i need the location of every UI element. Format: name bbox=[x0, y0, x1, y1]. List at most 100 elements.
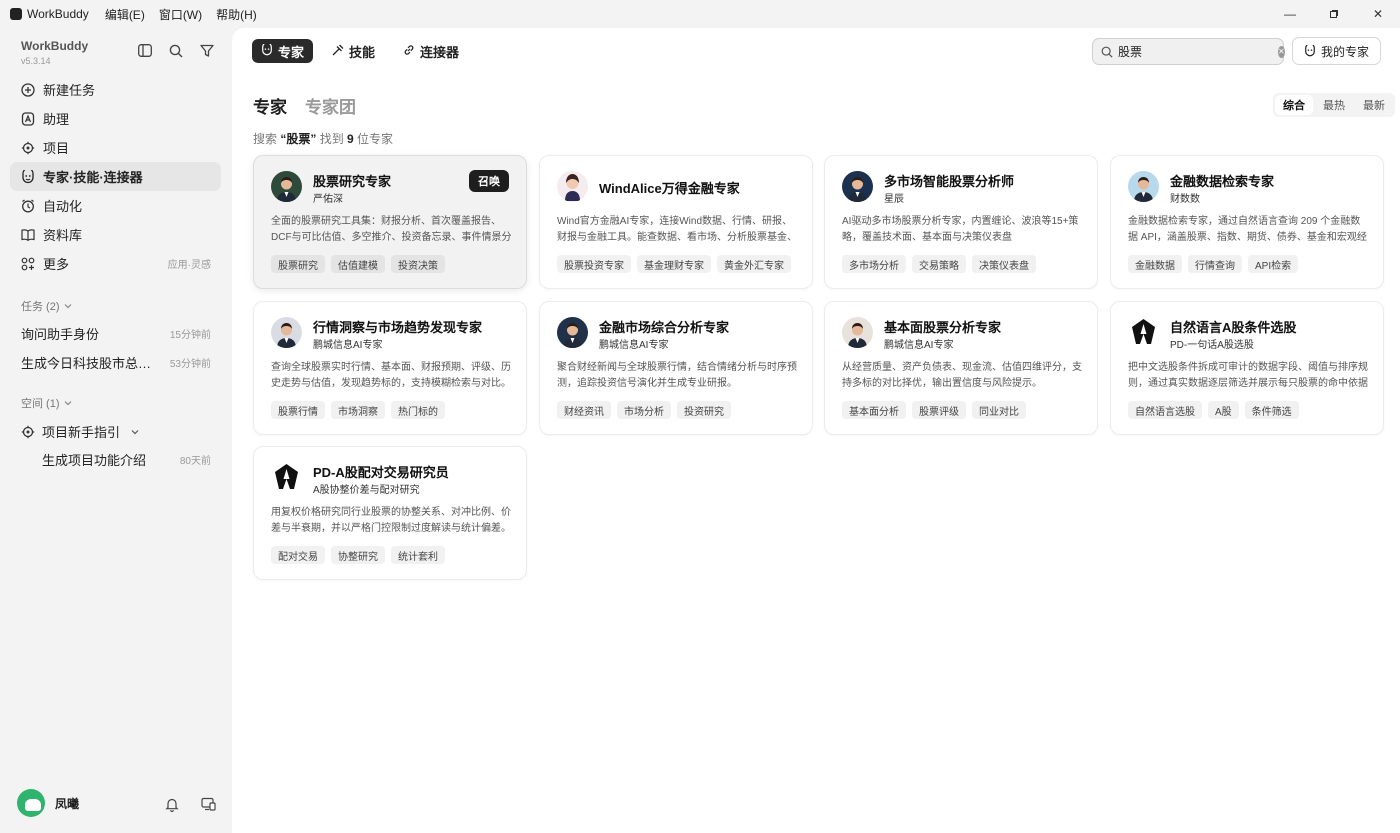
expert-tag: 协整研究 bbox=[331, 546, 385, 564]
expert-tag: 投资研究 bbox=[677, 401, 731, 419]
sort-hottest[interactable]: 最热 bbox=[1315, 95, 1353, 115]
expert-description: Wind官方金融AI专家，连接Wind数据、行情、研报、财报与金融工具。能查数据… bbox=[557, 216, 797, 243]
sidebar-tools bbox=[136, 42, 215, 59]
expert-card[interactable]: 基本面股票分析专家 鹏城信息AI专家 从经营质量、资产负债表、现金流、估值四维评分，… bbox=[824, 301, 1098, 435]
app-name: WorkBuddy bbox=[27, 7, 89, 21]
maximize-icon[interactable] bbox=[1312, 0, 1356, 28]
search-input[interactable] bbox=[1118, 44, 1273, 59]
expert-tag: 同业对比 bbox=[972, 401, 1026, 419]
link-icon bbox=[403, 44, 415, 59]
expert-team-tab[interactable]: 专家团 bbox=[305, 93, 356, 118]
result-mid: 找到 bbox=[316, 132, 348, 146]
expert-tag: 市场洞察 bbox=[331, 401, 385, 419]
expert-author: A股协整价差与配对研究 bbox=[313, 485, 420, 496]
tab-experts[interactable]: 专家 bbox=[252, 39, 314, 63]
menu-help[interactable]: 帮助(H) bbox=[216, 6, 257, 23]
filter-icon[interactable] bbox=[198, 42, 215, 59]
expert-title: 基本面股票分析专家 bbox=[884, 320, 1002, 335]
space-task-item[interactable]: 生成项目功能介绍 80天前 bbox=[42, 450, 211, 469]
menu-window[interactable]: 窗口(W) bbox=[159, 6, 202, 23]
expert-tag: 基本面分析 bbox=[842, 401, 906, 419]
expert-description: 从经营质量、资产负债表、现金流、估值四维评分，支持多标的对比择优，输出置信度与风… bbox=[842, 362, 1082, 389]
close-icon[interactable]: ✕ bbox=[1356, 0, 1400, 28]
sidebar-item-assistant[interactable]: 助理 bbox=[10, 104, 221, 133]
expert-card[interactable]: 自然语言A股条件选股 PD-一句话A股选股 把中文选股条件拆成可审计的数据字段、阈值… bbox=[1110, 301, 1384, 435]
spaces-section-header[interactable]: 空间 (1) bbox=[21, 395, 72, 411]
clock-icon bbox=[21, 199, 35, 213]
expert-card[interactable]: PD-A股配对交易研究员 A股协整价差与配对研究 用复权价格研究同行业股票的协整关系… bbox=[253, 446, 527, 580]
space-item[interactable]: 项目新手指引 bbox=[21, 422, 211, 441]
sort-newest[interactable]: 最新 bbox=[1355, 95, 1393, 115]
menu-edit[interactable]: 编辑(E) bbox=[105, 6, 145, 23]
sidebar-nav: 新建任务 助理 项目 专家·技能·连接器 自动化 资料库 更多 应用·灵感 bbox=[10, 75, 221, 278]
tab-connectors[interactable]: 连接器 bbox=[394, 39, 468, 63]
chevron-down-icon[interactable] bbox=[131, 429, 139, 435]
expert-card[interactable]: 金融数据检索专家 财数数 金融数据检索专家，通过自然语言查询 209 个金融数据 A… bbox=[1110, 155, 1384, 289]
expert-tag: 多市场分析 bbox=[842, 255, 906, 273]
task-time: 15分钟前 bbox=[169, 330, 211, 341]
sidebar-item-automation[interactable]: 自动化 bbox=[10, 191, 221, 220]
main-panel: 专家 技能 连接器 ✕ 我的专家 专家 专家团 综合 最 bbox=[232, 28, 1400, 833]
sort-comprehensive[interactable]: 综合 bbox=[1275, 95, 1313, 115]
sort-toggle: 综合 最热 最新 bbox=[1273, 93, 1395, 117]
expert-title: 金融数据检索专家 bbox=[1170, 174, 1275, 189]
expert-avatar bbox=[557, 317, 588, 348]
bell-icon[interactable] bbox=[164, 796, 180, 812]
expert-tag: 市场分析 bbox=[617, 401, 671, 419]
expert-tag: 行情查询 bbox=[1188, 255, 1242, 273]
app-title: WorkBuddy bbox=[0, 7, 89, 21]
summon-button[interactable]: 召唤 bbox=[469, 170, 509, 192]
result-count: 9 bbox=[347, 132, 354, 146]
task-title: 询问助手身份 bbox=[21, 327, 100, 342]
tasks-section-header[interactable]: 任务 (2) bbox=[21, 298, 72, 314]
my-experts-button[interactable]: 我的专家 bbox=[1292, 37, 1381, 65]
sidebar-toggle-icon[interactable] bbox=[136, 42, 153, 59]
sidebar-item-project[interactable]: 项目 bbox=[10, 133, 221, 162]
search-icon[interactable] bbox=[167, 42, 184, 59]
plus-circle-icon bbox=[21, 82, 35, 97]
expert-card[interactable]: 金融市场综合分析专家 鹏城信息AI专家 聚合财经新闻与全球股票行情，结合情绪分析与时… bbox=[539, 301, 813, 435]
minimize-icon[interactable]: — bbox=[1268, 0, 1312, 28]
expert-tag: 估值建模 bbox=[331, 255, 385, 273]
expert-tag: 基金理财专家 bbox=[637, 255, 711, 273]
expert-icon bbox=[261, 41, 273, 59]
expert-title: 多市场智能股票分析师 bbox=[884, 174, 1015, 189]
task-item[interactable]: 生成今日科技股市总结PPT 53分钟前 bbox=[21, 353, 211, 372]
sidebar-item-label: 助理 bbox=[43, 112, 70, 127]
expert-tag: 统计套利 bbox=[391, 546, 445, 564]
result-suffix: 位专家 bbox=[353, 132, 394, 146]
expert-author: 鹏城信息AI专家 bbox=[313, 340, 383, 351]
skill-icon bbox=[332, 44, 344, 59]
sidebar-item-library[interactable]: 资料库 bbox=[10, 220, 221, 249]
expert-tags: 多市场分析 交易策略 决策仪表盘 bbox=[842, 255, 1036, 273]
page-title[interactable]: 专家 bbox=[253, 93, 287, 118]
expert-card[interactable]: 行情洞察与市场趋势发现专家 鹏城信息AI专家 查询全球股票实时行情、基本面、财报预期… bbox=[253, 301, 527, 435]
tab-skills[interactable]: 技能 bbox=[323, 39, 384, 63]
clear-search-icon[interactable]: ✕ bbox=[1278, 45, 1285, 58]
expert-tag: 金融数据 bbox=[1128, 255, 1182, 273]
book-icon bbox=[21, 228, 35, 242]
user-profile[interactable]: 凤曦 bbox=[17, 789, 79, 817]
task-item[interactable]: 询问助手身份 15分钟前 bbox=[21, 324, 211, 343]
expert-description: 用复权价格研究同行业股票的协整关系、对冲比例、价差与半衰期，并以严格门控限制过度… bbox=[271, 507, 511, 534]
device-icon[interactable] bbox=[200, 796, 216, 812]
expert-title: 自然语言A股条件选股 bbox=[1170, 320, 1297, 335]
expert-icon bbox=[21, 169, 35, 184]
expert-card[interactable]: WindAlice万得金融专家 Wind官方金融AI专家，连接Wind数据、行情、… bbox=[539, 155, 813, 289]
app-logo-icon bbox=[10, 8, 22, 20]
sidebar-item-experts[interactable]: 专家·技能·连接器 bbox=[10, 162, 221, 191]
tasks-header-label: 任务 (2) bbox=[21, 301, 60, 313]
expert-author: 财数数 bbox=[1170, 194, 1200, 205]
expert-card[interactable]: 多市场智能股票分析师 星辰 AI驱动多市场股票分析专家，内置缠论、波浪等15+策略，… bbox=[824, 155, 1098, 289]
sidebar-item-label: 更多 bbox=[43, 257, 70, 272]
my-experts-label: 我的专家 bbox=[1320, 44, 1369, 59]
avatar bbox=[17, 789, 45, 817]
expert-title: 行情洞察与市场趋势发现专家 bbox=[313, 320, 483, 335]
sidebar-item-new-task[interactable]: 新建任务 bbox=[10, 75, 221, 104]
tab-label: 技能 bbox=[349, 44, 376, 60]
expert-card[interactable]: 股票研究专家 严佑深 全面的股票研究工具集：财报分析、首次覆盖报告、DCF与可比估值… bbox=[253, 155, 527, 289]
expert-avatar bbox=[1128, 317, 1159, 348]
sidebar-item-more[interactable]: 更多 应用·灵感 bbox=[10, 249, 221, 278]
tab-label: 专家 bbox=[278, 44, 305, 60]
sidebar-item-label: 新建任务 bbox=[43, 83, 96, 98]
